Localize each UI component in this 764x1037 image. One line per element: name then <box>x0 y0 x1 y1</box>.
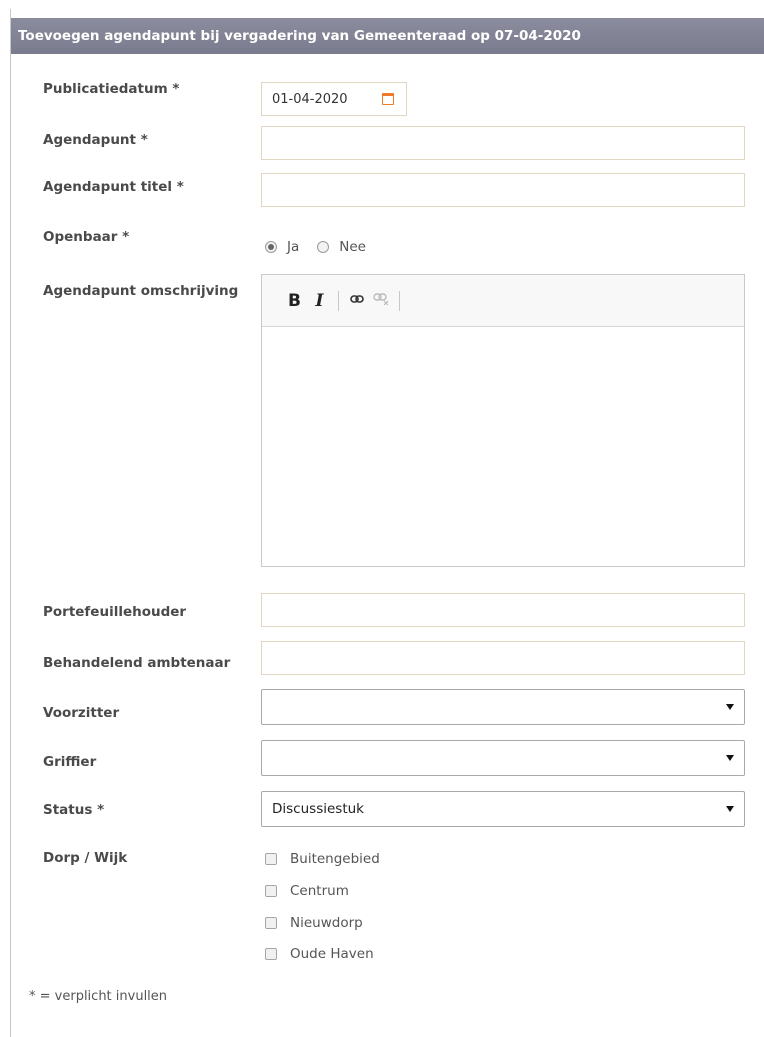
portefeuillehouder-input[interactable] <box>261 593 745 627</box>
editor-toolbar: B I <box>262 275 744 327</box>
openbaar-nee-label[interactable]: Nee <box>339 239 366 255</box>
checkbox-label[interactable]: Oude Haven <box>290 946 374 962</box>
chevron-down-icon <box>726 806 734 812</box>
agendapunt-titel-input[interactable] <box>261 173 745 207</box>
chevron-down-icon <box>726 755 734 761</box>
checkbox-label[interactable]: Buitengebied <box>290 851 380 867</box>
griffier-label: Griffier <box>43 754 97 770</box>
agenda-item-form: Toevoegen agendapunt bij vergadering van… <box>10 9 764 1037</box>
voorzitter-select[interactable] <box>261 689 745 725</box>
omschrijving-editor: B I <box>261 274 745 567</box>
checkbox-oude-haven[interactable]: Oude Haven <box>265 946 374 962</box>
publicatiedatum-label: Publicatiedatum * <box>43 81 180 97</box>
checkbox-centrum[interactable]: Centrum <box>265 883 349 899</box>
status-value: Discussiestuk <box>272 801 364 817</box>
toolbar-separator <box>399 290 400 311</box>
openbaar-label: Openbaar * <box>43 229 130 245</box>
link-icon[interactable] <box>345 293 369 308</box>
openbaar-radio-group: Ja Nee <box>265 239 384 255</box>
omschrijving-label: Agendapunt omschrijving <box>43 283 239 299</box>
publicatiedatum-input[interactable]: 01-04-2020 <box>261 82 407 116</box>
omschrijving-text-area[interactable] <box>262 327 744 567</box>
agendapunt-titel-label: Agendapunt titel * <box>43 179 184 195</box>
openbaar-ja-label[interactable]: Ja <box>287 239 299 255</box>
publicatiedatum-value: 01-04-2020 <box>272 91 348 107</box>
form-title: Toevoegen agendapunt bij vergadering van… <box>11 18 764 54</box>
toolbar-separator <box>338 290 339 311</box>
calendar-icon[interactable] <box>382 93 394 105</box>
checkbox-icon[interactable] <box>265 885 277 897</box>
agendapunt-label: Agendapunt * <box>43 132 148 148</box>
behandelend-ambtenaar-input[interactable] <box>261 641 745 675</box>
openbaar-nee-radio[interactable] <box>317 241 330 253</box>
chevron-down-icon <box>726 704 734 710</box>
checkbox-buitengebied[interactable]: Buitengebied <box>265 851 380 867</box>
portefeuillehouder-label: Portefeuillehouder <box>43 604 187 620</box>
agendapunt-input[interactable] <box>261 126 745 160</box>
openbaar-ja-radio[interactable] <box>265 241 277 253</box>
checkbox-label[interactable]: Nieuwdorp <box>290 915 363 931</box>
voorzitter-label: Voorzitter <box>43 705 120 721</box>
required-footnote: * = verplicht invullen <box>29 989 168 1004</box>
checkbox-icon[interactable] <box>265 853 277 865</box>
checkbox-icon[interactable] <box>265 917 277 929</box>
behandelend-ambtenaar-label: Behandelend ambtenaar <box>43 655 231 671</box>
status-select[interactable]: Discussiestuk <box>261 791 745 827</box>
checkbox-label[interactable]: Centrum <box>290 883 349 899</box>
checkbox-icon[interactable] <box>265 948 277 960</box>
bold-button[interactable]: B <box>282 291 307 311</box>
checkbox-nieuwdorp[interactable]: Nieuwdorp <box>265 915 363 931</box>
italic-button[interactable]: I <box>307 291 332 311</box>
griffier-select[interactable] <box>261 740 745 776</box>
status-label: Status * <box>43 802 105 818</box>
unlink-icon[interactable] <box>369 292 393 309</box>
dorp-wijk-label: Dorp / Wijk <box>43 850 128 866</box>
